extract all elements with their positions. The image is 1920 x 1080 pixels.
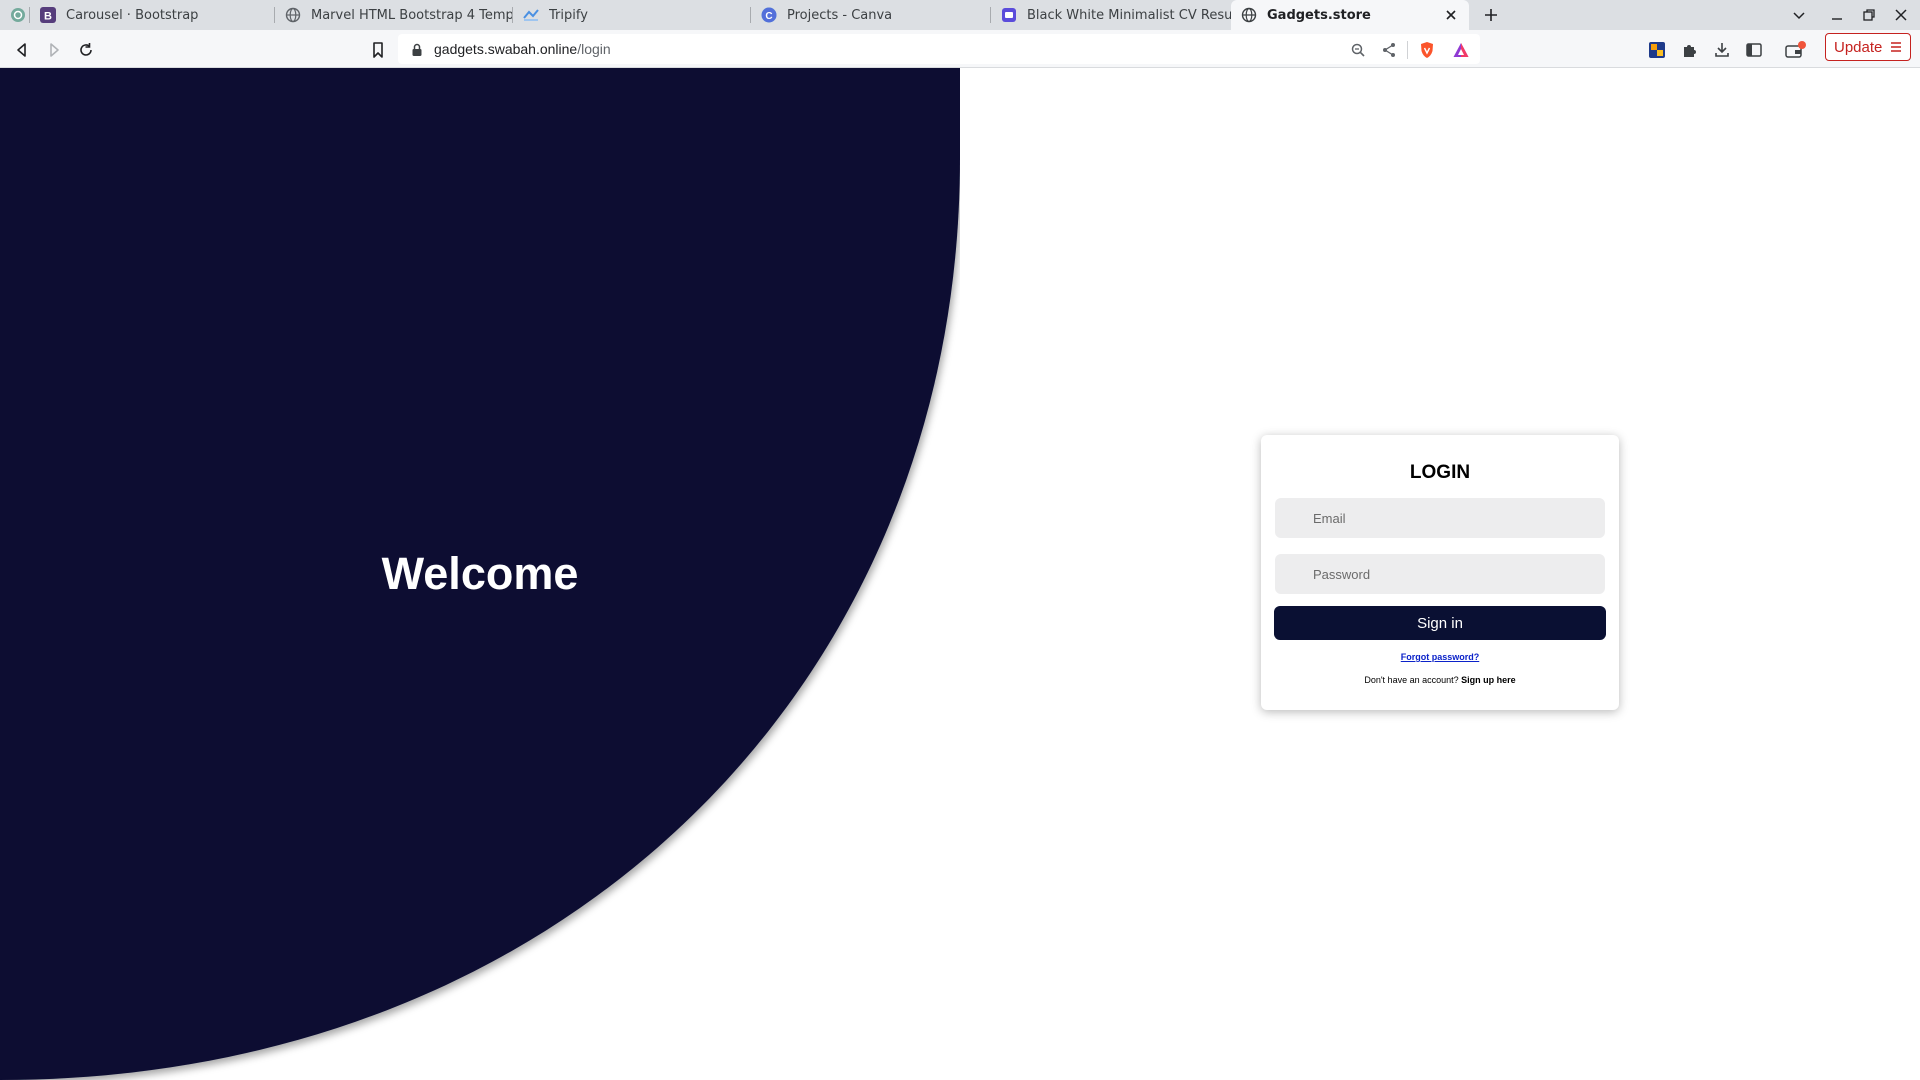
close-window-icon[interactable] — [1893, 7, 1909, 23]
tab-marvel-template[interactable]: Marvel HTML Bootstrap 4 Templat — [275, 0, 513, 30]
signup-prompt: Don't have an account? Sign up here — [1261, 675, 1619, 685]
sidebar-icon[interactable] — [1745, 41, 1763, 59]
globe-icon — [285, 7, 301, 23]
menu-icon — [1890, 40, 1902, 54]
sign-in-button[interactable]: Sign in — [1274, 606, 1606, 640]
tab-strip: B Carousel · Bootstrap Marvel HTML Boots… — [0, 0, 1920, 30]
address-bar[interactable]: gadgets.swabah.online/login — [398, 34, 1480, 64]
welcome-heading: Welcome — [381, 548, 579, 599]
globe-icon — [1241, 7, 1257, 23]
restore-icon[interactable] — [1861, 7, 1877, 23]
svg-text:C: C — [765, 11, 772, 22]
tab-label: Black White Minimalist CV Resume — [1027, 7, 1231, 23]
extensions-puzzle-icon[interactable] — [1681, 41, 1699, 59]
chatgpt-icon — [10, 7, 26, 23]
url-host: gadgets.swabah.online — [434, 41, 578, 57]
bootstrap-icon: B — [40, 7, 56, 23]
login-title: LOGIN — [1409, 462, 1471, 483]
minimize-icon[interactable] — [1829, 7, 1845, 23]
tab-chatgpt[interactable] — [0, 0, 30, 30]
close-tab-icon[interactable] — [1443, 7, 1459, 23]
tab-label: Projects - Canva — [787, 7, 893, 23]
share-icon[interactable] — [1380, 41, 1398, 59]
url-text[interactable]: gadgets.swabah.online/login — [434, 41, 611, 57]
brave-shields-icon[interactable] — [1418, 41, 1436, 59]
canva-icon: C — [761, 7, 777, 23]
brave-wallet-icon[interactable] — [1785, 41, 1807, 59]
browser-toolbar: gadgets.swabah.online/login Update — [0, 30, 1920, 68]
brave-rewards-icon[interactable] — [1452, 41, 1470, 59]
update-label: Update — [1834, 38, 1883, 56]
reload-icon[interactable] — [77, 41, 95, 59]
tab-label: Carousel · Bootstrap — [66, 7, 199, 23]
tab-gadgets-store[interactable]: Gadgets.store — [1231, 0, 1469, 30]
extension-colorful-icon[interactable] — [1648, 41, 1666, 59]
login-card: LOGIN Sign in Forgot password? Don't hav… — [1261, 435, 1619, 710]
tab-tripify[interactable]: Tripify — [513, 0, 751, 30]
new-tab-icon[interactable] — [1483, 7, 1499, 23]
url-path: /login — [577, 41, 611, 57]
no-account-text: Don't have an account? — [1364, 675, 1459, 685]
tab-label: Gadgets.store — [1267, 7, 1371, 23]
tab-label: Marvel HTML Bootstrap 4 Templat — [311, 7, 513, 23]
forward-icon[interactable] — [45, 41, 63, 59]
bookmark-icon[interactable] — [369, 41, 387, 59]
zoom-icon[interactable] — [1349, 41, 1367, 59]
svg-text:B: B — [44, 11, 52, 23]
tab-search-chevron-icon[interactable] — [1791, 7, 1807, 23]
lock-icon[interactable] — [411, 42, 423, 56]
update-button[interactable]: Update — [1825, 33, 1911, 61]
download-icon[interactable] — [1713, 41, 1731, 59]
tab-label: Tripify — [549, 7, 588, 23]
canva-doc-icon — [1001, 7, 1017, 23]
tripify-icon — [523, 7, 539, 23]
page-content: Welcome LOGIN Sign in Forgot password? D… — [0, 68, 1920, 1080]
sign-up-link[interactable]: Sign up here — [1461, 675, 1516, 685]
password-input[interactable] — [1275, 554, 1605, 594]
tab-canva-projects[interactable]: C Projects - Canva — [751, 0, 991, 30]
back-icon[interactable] — [13, 41, 31, 59]
email-input[interactable] — [1275, 498, 1605, 538]
toolbar-divider — [1407, 41, 1408, 59]
tab-cv-resume[interactable]: Black White Minimalist CV Resume — [991, 0, 1231, 30]
forgot-password-link[interactable]: Forgot password? — [1261, 652, 1619, 662]
tab-carousel-bootstrap[interactable]: B Carousel · Bootstrap — [30, 0, 275, 30]
